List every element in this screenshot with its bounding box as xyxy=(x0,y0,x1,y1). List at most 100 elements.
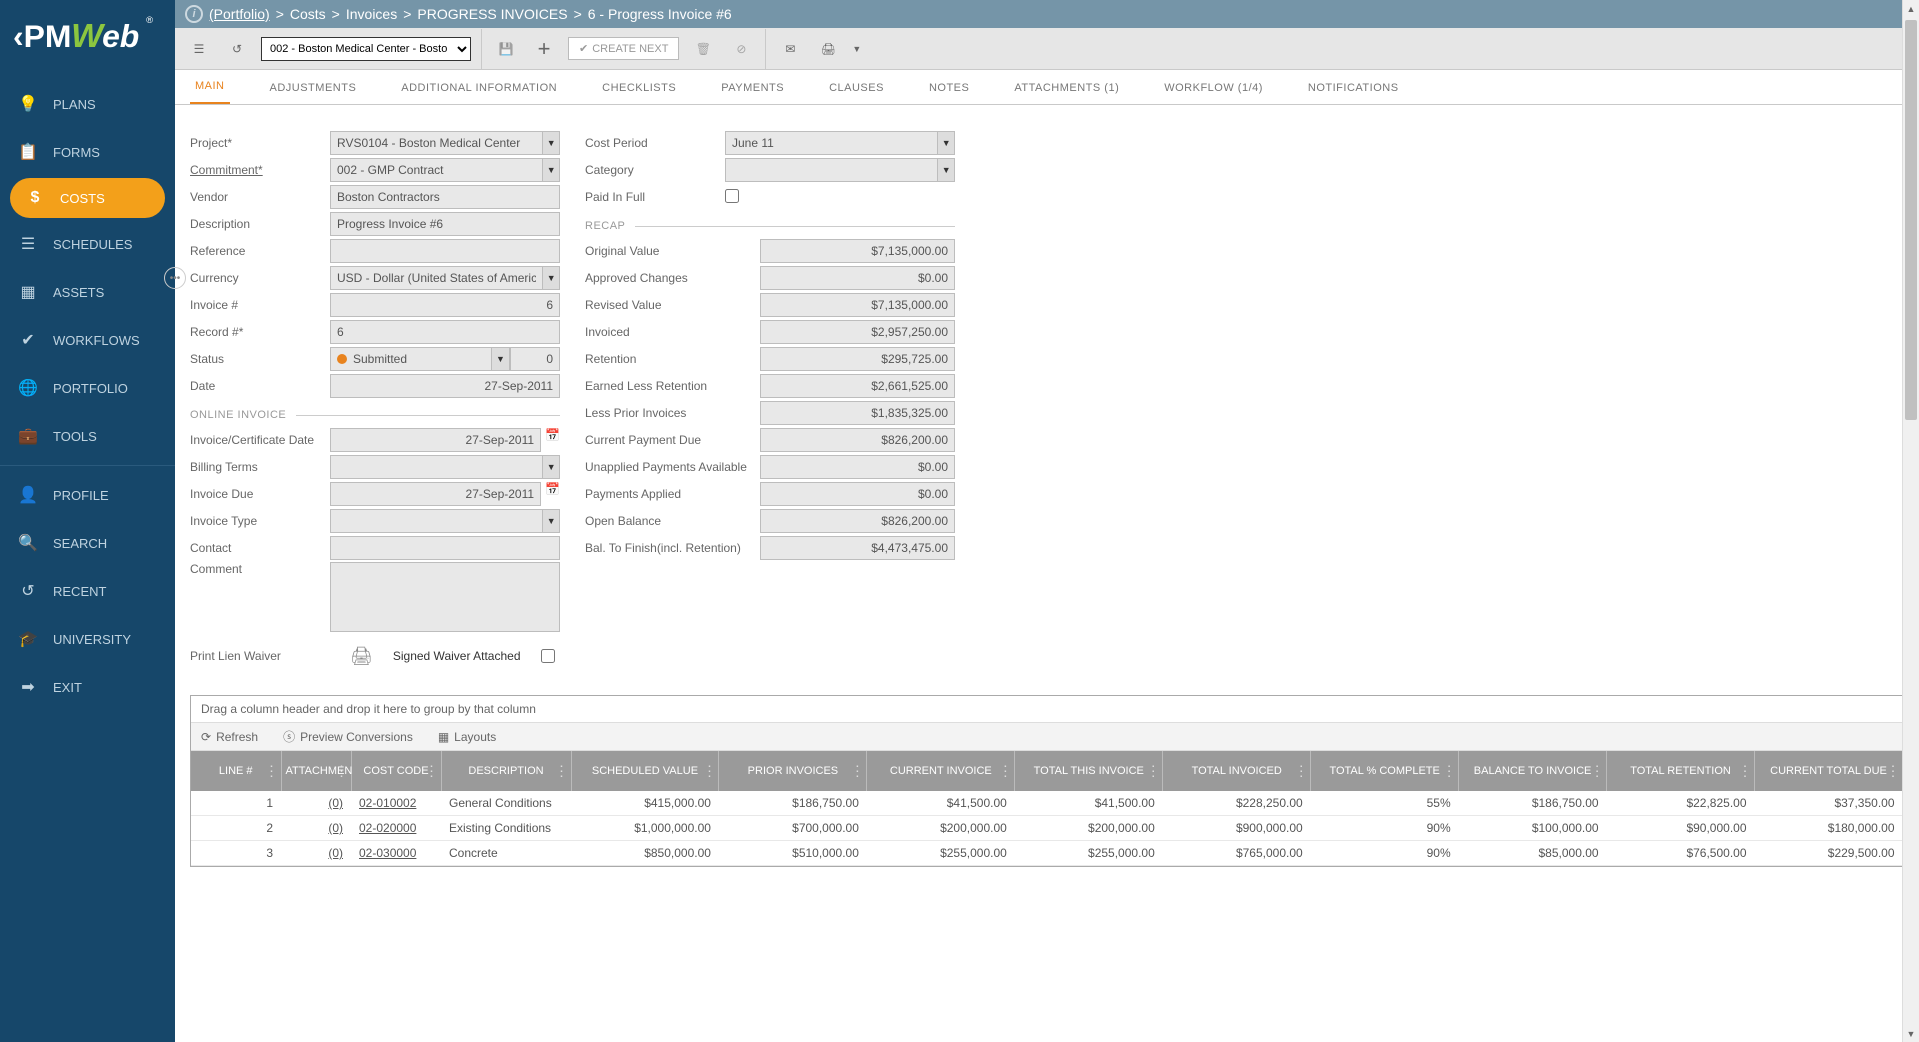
list-icon[interactable]: ☰ xyxy=(185,35,213,63)
nav-assets[interactable]: ▦ASSETS xyxy=(0,268,175,316)
breadcrumb-portfolio[interactable]: (Portfolio) xyxy=(209,6,270,22)
print-dropdown[interactable]: 🖨▼ xyxy=(814,35,861,63)
breadcrumb-invoices[interactable]: Invoices xyxy=(346,6,397,22)
dropdown-icon[interactable]: ▼ xyxy=(543,158,560,182)
tab-notes[interactable]: NOTES xyxy=(924,72,974,104)
invoice-num-input[interactable] xyxy=(330,293,560,317)
nav-costs[interactable]: $COSTS xyxy=(10,178,165,218)
nav-exit[interactable]: ➡EXIT xyxy=(0,663,175,711)
attachment-link[interactable]: (0) xyxy=(328,846,343,860)
scroll-up-icon[interactable]: ▲ xyxy=(1903,0,1919,17)
grid-refresh[interactable]: ⟳Refresh xyxy=(201,730,258,744)
nav-search[interactable]: 🔍SEARCH xyxy=(0,519,175,567)
nav-plans[interactable]: 💡PLANS xyxy=(0,80,175,128)
dropdown-icon[interactable]: ▼ xyxy=(543,455,560,479)
nav-profile[interactable]: 👤PROFILE xyxy=(0,471,175,519)
status-count-input[interactable] xyxy=(510,347,560,371)
col-total-this[interactable]: TOTAL THIS INVOICE⋮ xyxy=(1015,751,1163,791)
tab-workflow[interactable]: WORKFLOW (1/4) xyxy=(1159,72,1268,104)
dropdown-icon[interactable]: ▼ xyxy=(543,266,560,290)
cost-code-link[interactable]: 02-010002 xyxy=(359,796,416,810)
scroll-thumb[interactable] xyxy=(1905,20,1917,420)
scroll-down-icon[interactable]: ▼ xyxy=(1903,1025,1919,1042)
dropdown-icon[interactable]: ▼ xyxy=(492,347,510,371)
attachment-link[interactable]: (0) xyxy=(328,796,343,810)
date-input[interactable] xyxy=(330,374,560,398)
info-icon[interactable]: i xyxy=(185,5,203,23)
col-desc[interactable]: DESCRIPTION⋮ xyxy=(441,751,571,791)
col-pct[interactable]: TOTAL % COMPLETE⋮ xyxy=(1311,751,1459,791)
table-row[interactable]: 2(0)02-020000Existing Conditions$1,000,0… xyxy=(191,816,1903,841)
cost-period-select[interactable] xyxy=(725,131,938,155)
category-select[interactable] xyxy=(725,158,938,182)
contact-input[interactable] xyxy=(330,536,560,560)
attachment-link[interactable]: (0) xyxy=(328,821,343,835)
tab-main[interactable]: MAIN xyxy=(190,70,230,105)
dropdown-icon[interactable]: ▼ xyxy=(938,158,955,182)
add-icon[interactable]: + xyxy=(530,35,558,63)
tab-payments[interactable]: PAYMENTS xyxy=(716,72,789,104)
col-bal[interactable]: BALANCE TO INVOICE⋮ xyxy=(1459,751,1607,791)
status-select[interactable]: Submitted xyxy=(330,347,492,371)
table-row[interactable]: 1(0)02-010002General Conditions$415,000.… xyxy=(191,791,1903,816)
tab-attachments[interactable]: ATTACHMENTS (1) xyxy=(1009,72,1124,104)
paid-in-full-checkbox[interactable] xyxy=(725,189,739,203)
nav-tools[interactable]: 💼TOOLS xyxy=(0,412,175,460)
commitment-select[interactable] xyxy=(330,158,543,182)
col-ret[interactable]: TOTAL RETENTION⋮ xyxy=(1607,751,1755,791)
description-input[interactable] xyxy=(330,212,560,236)
vendor-input[interactable] xyxy=(330,185,560,209)
billing-terms-select[interactable] xyxy=(330,455,543,479)
inv-cert-date-input[interactable] xyxy=(330,428,541,452)
col-line[interactable]: LINE #⋮ xyxy=(191,751,281,791)
nav-workflows[interactable]: ✔WORKFLOWS xyxy=(0,316,175,364)
invoice-type-select[interactable] xyxy=(330,509,543,533)
nav-schedules[interactable]: ☰SCHEDULES xyxy=(0,220,175,268)
vertical-scrollbar[interactable]: ▲ ▼ xyxy=(1902,0,1919,1042)
nav-university[interactable]: 🎓UNIVERSITY xyxy=(0,615,175,663)
cost-code-link[interactable]: 02-030000 xyxy=(359,846,416,860)
breadcrumb-costs[interactable]: Costs xyxy=(290,6,326,22)
grid-preview-conversions[interactable]: ⓢPreview Conversions xyxy=(283,728,413,745)
invoice-due-input[interactable] xyxy=(330,482,541,506)
col-sched[interactable]: SCHEDULED VALUE⋮ xyxy=(571,751,719,791)
nav-recent[interactable]: ↺RECENT xyxy=(0,567,175,615)
nav-forms[interactable]: 📋FORMS xyxy=(0,128,175,176)
currency-more-icon[interactable]: ••• xyxy=(164,267,186,289)
record-num-input[interactable] xyxy=(330,320,560,344)
calendar-icon[interactable]: 📅 xyxy=(545,428,560,444)
grid-group-hint[interactable]: Drag a column header and drop it here to… xyxy=(191,696,1903,723)
dropdown-icon[interactable]: ▼ xyxy=(543,131,560,155)
calendar-icon[interactable]: 📅 xyxy=(545,482,560,498)
cancel-icon[interactable]: ⊘ xyxy=(727,35,755,63)
col-attach[interactable]: ATTACHMEN⋮ xyxy=(281,751,351,791)
tab-adjustments[interactable]: ADJUSTMENTS xyxy=(265,72,362,104)
col-cost-code[interactable]: COST CODE⋮ xyxy=(351,751,441,791)
col-total-inv[interactable]: TOTAL INVOICED⋮ xyxy=(1163,751,1311,791)
currency-select[interactable] xyxy=(330,266,543,290)
breadcrumb-progress[interactable]: PROGRESS INVOICES xyxy=(417,6,567,22)
context-select[interactable]: 002 - Boston Medical Center - Bosto xyxy=(261,37,471,61)
history-button[interactable]: ↺ xyxy=(223,35,251,63)
signed-waiver-checkbox[interactable] xyxy=(541,649,555,663)
column-menu-icon[interactable]: ⋮ xyxy=(265,763,279,780)
grid-layouts[interactable]: ▦Layouts xyxy=(438,730,496,744)
reference-input[interactable] xyxy=(330,239,560,263)
tab-notifications[interactable]: NOTIFICATIONS xyxy=(1303,72,1404,104)
print-waiver-icon[interactable]: 🖨 xyxy=(350,646,373,667)
dropdown-icon[interactable]: ▼ xyxy=(543,509,560,533)
tab-checklists[interactable]: CHECKLISTS xyxy=(597,72,681,104)
nav-portfolio[interactable]: 🌐PORTFOLIO xyxy=(0,364,175,412)
commitment-label[interactable]: Commitment* xyxy=(190,163,330,177)
col-current[interactable]: CURRENT INVOICE⋮ xyxy=(867,751,1015,791)
col-prior[interactable]: PRIOR INVOICES⋮ xyxy=(719,751,867,791)
create-next-button[interactable]: ✔CREATE NEXT xyxy=(568,37,679,60)
col-due[interactable]: CURRENT TOTAL DUE⋮ xyxy=(1755,751,1903,791)
tab-clauses[interactable]: CLAUSES xyxy=(824,72,889,104)
comment-textarea[interactable] xyxy=(330,562,560,632)
email-icon[interactable]: ✉ xyxy=(776,35,804,63)
cost-code-link[interactable]: 02-020000 xyxy=(359,821,416,835)
save-icon[interactable]: 💾 xyxy=(492,35,520,63)
tab-additional[interactable]: ADDITIONAL INFORMATION xyxy=(396,72,562,104)
table-row[interactable]: 3(0)02-030000Concrete$850,000.00$510,000… xyxy=(191,841,1903,866)
